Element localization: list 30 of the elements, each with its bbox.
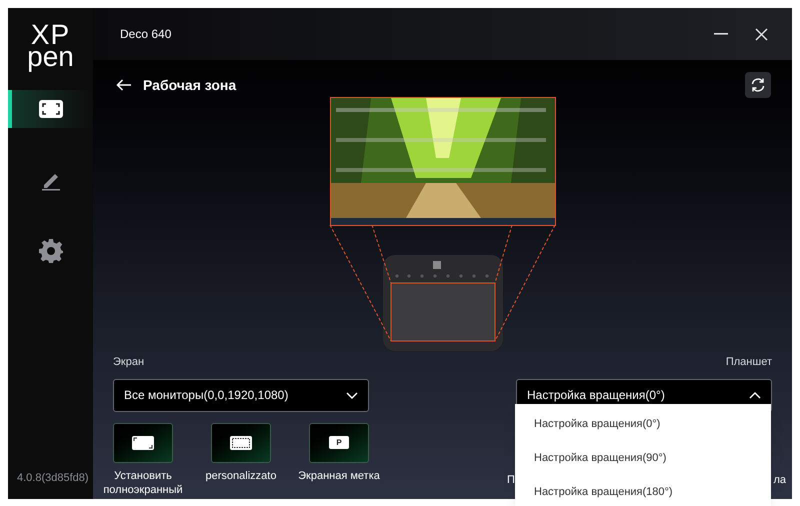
button-label: П	[507, 472, 515, 488]
refresh-icon	[750, 77, 766, 93]
mode-button[interactable]	[211, 422, 271, 462]
menu-option[interactable]: Настройка вращения(180°)	[534, 484, 771, 501]
dotted-area-icon	[230, 436, 252, 450]
page-title: Рабочая зона	[143, 76, 236, 94]
marker-icon: P	[329, 436, 349, 449]
menu-option[interactable]: Настройка вращения(90°)	[534, 450, 771, 467]
menu-option[interactable]: Настройка вращения(0°)	[534, 416, 771, 433]
tablet-label: Планшет	[726, 355, 772, 370]
mode-button[interactable]: P	[309, 422, 369, 462]
version-text: 4.0.8(3d85fd8)	[17, 470, 89, 486]
button-label: ла	[773, 472, 786, 488]
mode-label: Установить полноэкранный	[103, 468, 183, 496]
logo: XP	[30, 24, 70, 46]
screen-label: Экран	[113, 355, 144, 370]
mode-label: personalizzato	[206, 468, 276, 482]
mode-label: Экранная метка	[298, 468, 380, 482]
fullscreen-icon	[38, 99, 64, 119]
gear-icon	[38, 238, 64, 264]
monitor-dropdown[interactable]: Все мониторы(0,0,1920,1080)	[113, 378, 369, 412]
fullscreen-icon	[132, 436, 154, 450]
refresh-button[interactable]	[745, 72, 771, 98]
minimize-icon[interactable]	[714, 33, 728, 35]
back-arrow-icon[interactable]	[116, 79, 132, 91]
close-icon[interactable]	[755, 28, 768, 40]
window-title: Deco 640	[120, 26, 172, 43]
mode-button[interactable]	[113, 422, 173, 462]
chevron-down-icon	[346, 392, 358, 398]
chevron-up-icon	[749, 392, 761, 398]
